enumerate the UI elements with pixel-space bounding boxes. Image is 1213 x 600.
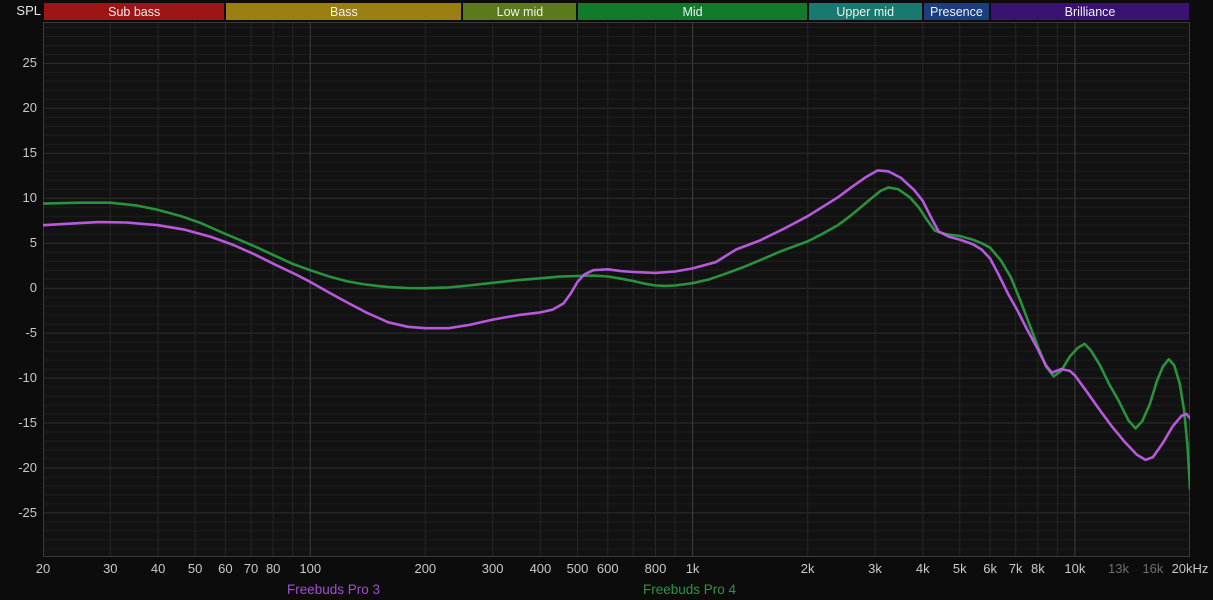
x-tick-2k: 2k (801, 561, 815, 577)
y-tick--25: -25 (0, 504, 37, 522)
y-tick--20: -20 (0, 459, 37, 477)
frequency-response-app: SPL Sub bassBassLow midMidUpper midPrese… (0, 0, 1213, 600)
legend-item-freebuds-pro-3[interactable]: Freebuds Pro 3 (287, 581, 380, 598)
x-tick-70: 70 (244, 561, 258, 577)
band-sub-bass: Sub bass (44, 3, 224, 20)
legend-item-freebuds-pro-4[interactable]: Freebuds Pro 4 (643, 581, 736, 598)
y-tick-25: 25 (0, 54, 37, 72)
band-mid: Mid (578, 3, 806, 20)
x-tick-20kHz: 20kHz (1172, 561, 1209, 577)
x-tick-16k: 16k (1142, 561, 1163, 577)
x-tick-800: 800 (645, 561, 667, 577)
x-tick-50: 50 (188, 561, 202, 577)
x-tick-20: 20 (36, 561, 50, 577)
x-tick-600: 600 (597, 561, 619, 577)
x-tick-10k: 10k (1064, 561, 1085, 577)
x-tick-5k: 5k (953, 561, 967, 577)
y-tick-0: 0 (0, 279, 37, 297)
x-tick-40: 40 (151, 561, 165, 577)
x-tick-4k: 4k (916, 561, 930, 577)
x-tick-30: 30 (103, 561, 117, 577)
x-tick-8k: 8k (1031, 561, 1045, 577)
y-tick-20: 20 (0, 99, 37, 117)
x-tick-400: 400 (530, 561, 552, 577)
y-tick-5: 5 (0, 234, 37, 252)
band-upper-mid: Upper mid (809, 3, 922, 20)
y-tick--5: -5 (0, 324, 37, 342)
x-tick-6k: 6k (983, 561, 997, 577)
band-low-mid: Low mid (463, 3, 576, 20)
band-brilliance: Brilliance (991, 3, 1189, 20)
fr-chart-svg (43, 22, 1190, 557)
x-tick-60: 60 (218, 561, 232, 577)
x-tick-500: 500 (567, 561, 589, 577)
y-tick--15: -15 (0, 414, 37, 432)
x-tick-200: 200 (414, 561, 436, 577)
x-tick-3k: 3k (868, 561, 882, 577)
band-bass: Bass (226, 3, 461, 20)
x-tick-13k: 13k (1108, 561, 1129, 577)
band-presence: Presence (924, 3, 989, 20)
spl-axis-title: SPL (0, 3, 41, 19)
x-tick-1k: 1k (686, 561, 700, 577)
y-tick-15: 15 (0, 144, 37, 162)
x-tick-300: 300 (482, 561, 504, 577)
x-tick-7k: 7k (1009, 561, 1023, 577)
x-tick-80: 80 (266, 561, 280, 577)
y-tick--10: -10 (0, 369, 37, 387)
x-tick-100: 100 (299, 561, 321, 577)
y-tick-10: 10 (0, 189, 37, 207)
plot-area (43, 22, 1190, 557)
